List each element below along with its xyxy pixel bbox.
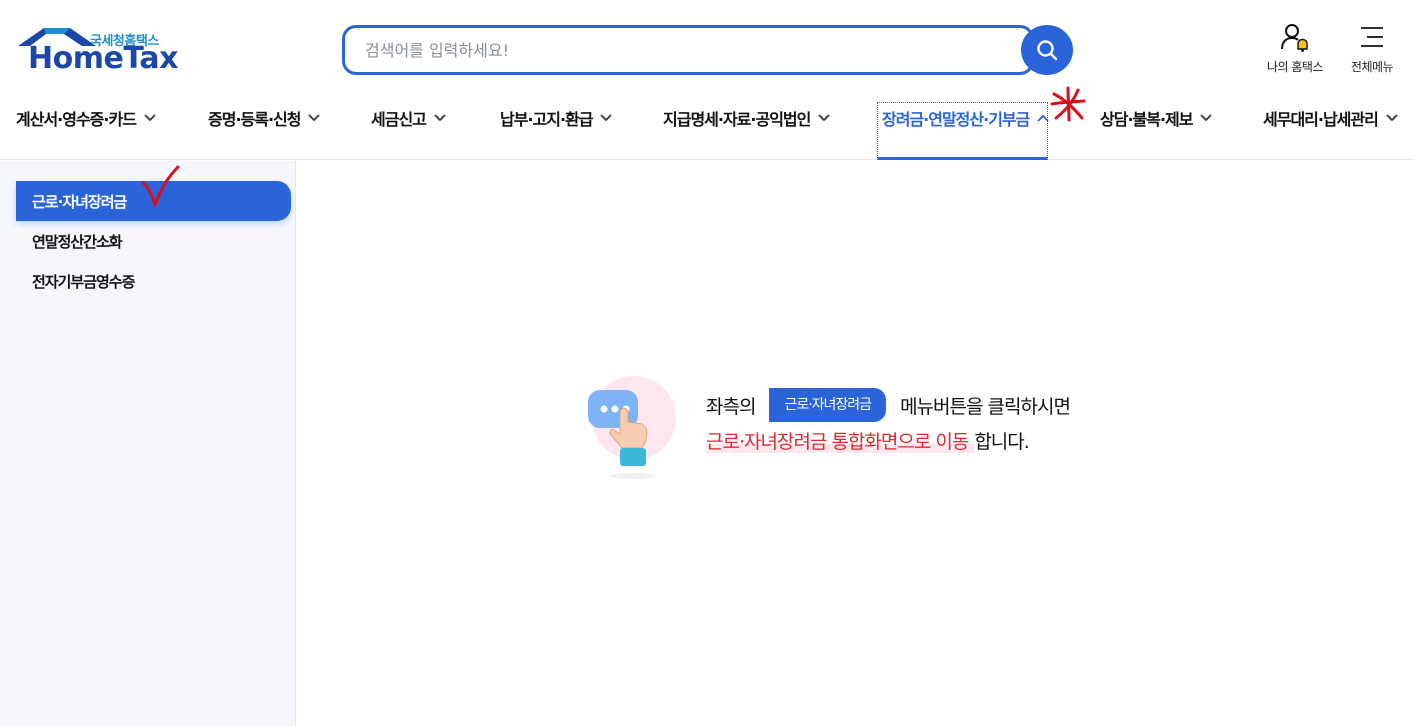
guide-tail: 합니다.: [974, 431, 1029, 453]
search-input[interactable]: [365, 28, 1005, 72]
guide-line-2: 근로·자녀장려금 통합화면으로 이동 합니다.: [706, 427, 1030, 454]
chevron-down-icon: [1200, 114, 1213, 122]
chevron-down-icon: [600, 114, 613, 122]
nav-label: 상담·불복·제보: [1100, 110, 1193, 129]
nav-item-tax-agent[interactable]: 세무대리·납세관리: [1263, 96, 1398, 140]
sidebar-item-label: 근로·자녀장려금: [32, 192, 127, 211]
sidebar-item-year-end-simplified[interactable]: 연말정산간소화: [16, 221, 291, 261]
chevron-down-icon: [308, 114, 321, 122]
chevron-down-icon: [434, 114, 446, 122]
guide-prefix: 좌측의: [706, 395, 756, 418]
all-menu-button[interactable]: 전체메뉴: [1346, 22, 1398, 75]
sidebar-item-e-donation-receipt[interactable]: 전자기부금영수증: [16, 261, 291, 301]
nav-label: 세무대리·납세관리: [1263, 110, 1379, 129]
pointing-hand-icon: [588, 376, 676, 479]
star-annotation-icon: [1050, 86, 1086, 122]
all-menu-label: 전체메뉴: [1350, 60, 1394, 74]
chevron-down-icon: [818, 114, 830, 122]
my-hometax-label: 나의 홈택스: [1266, 60, 1324, 74]
nav-item-payment-refund[interactable]: 납부·고지·환급: [500, 96, 613, 140]
sidebar-item-label: 연말정산간소화: [32, 232, 123, 251]
nav-label: 세금신고: [371, 110, 427, 129]
my-hometax-button[interactable]: 나의 홈택스: [1262, 22, 1328, 75]
guide-suffix: 메뉴버튼을 클릭하시면: [900, 395, 1071, 418]
nav-item-tax-return[interactable]: 세금신고: [371, 96, 446, 140]
nav-label: 장려금·연말정산·기부금: [882, 110, 1030, 129]
checkmark-annotation-icon: [141, 165, 180, 207]
nav-item-consultation[interactable]: 상담·불복·제보: [1100, 96, 1213, 140]
global-nav: 계산서·영수증·카드 증명·등록·신청 세금신고 납부·고지·환급 지급명세·자…: [0, 96, 1413, 160]
guide-menu-chip: 근로·자녀장려금: [769, 388, 887, 422]
hamburger-icon: [1361, 27, 1383, 47]
guide-message: 좌측의 근로·자녀장려금 메뉴버튼을 클릭하시면 근로·자녀장려금 통합화면으로…: [580, 372, 1140, 482]
chevron-down-icon: [144, 114, 156, 122]
nav-label: 납부·고지·환급: [500, 110, 593, 129]
nav-label: 지급명세·자료·공익법인: [663, 110, 811, 129]
search-button[interactable]: [1021, 25, 1073, 75]
guide-highlight: 근로·자녀장려금 통합화면으로 이동: [706, 431, 975, 453]
nav-label: 계산서·영수증·카드: [16, 110, 137, 129]
nav-label: 증명·등록·신청: [208, 110, 301, 129]
guide-line-1: 좌측의 근로·자녀장려금 메뉴버튼을 클릭하시면: [706, 388, 1071, 422]
logo-title: HomeTax: [28, 41, 179, 76]
chevron-down-icon: [1386, 114, 1398, 122]
nav-item-invoice-receipt-card[interactable]: 계산서·영수증·카드: [16, 96, 156, 140]
sidebar-item-label: 전자기부금영수증: [32, 272, 135, 291]
hometax-logo[interactable]: 국세청홈택스 HomeTax: [16, 26, 179, 76]
search-icon: [1037, 40, 1058, 61]
header: 국세청홈택스 HomeTax 나의 홈택스 전체메뉴 계산서·영수증·카드: [0, 0, 1413, 160]
sidebar: 근로·자녀장려금 연말정산간소화 전자기부금영수증: [0, 161, 296, 726]
search-box: [342, 25, 1034, 75]
user-bell-icon: [1281, 24, 1308, 52]
nav-item-incentive-year-end[interactable]: 장려금·연말정산·기부금: [882, 96, 1049, 140]
nav-item-certificate-registration[interactable]: 증명·등록·신청: [208, 96, 321, 140]
nav-item-payment-statement[interactable]: 지급명세·자료·공익법인: [663, 96, 830, 140]
